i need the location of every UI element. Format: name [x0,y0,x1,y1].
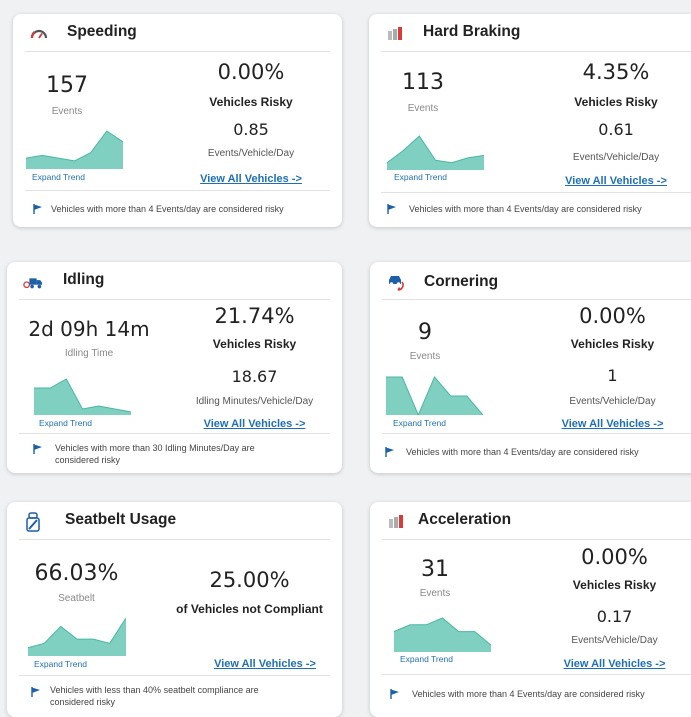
divider [382,433,691,434]
event-count-label: Events [419,588,451,599]
idling-time: 2d 09h 14m [28,317,150,341]
speeding-card: Speeding 157 Events 0.00% Vehicles Risky… [13,14,342,227]
idling-card: Idling 2d 09h 14m Idling Time 21.74% Veh… [7,262,342,473]
rate-value: 0.61 [598,120,634,139]
hard-braking-icon [388,27,402,40]
risky-percentage: 0.00% [579,304,646,328]
rate-label: Events/Vehicle/Day [572,152,660,163]
cornering-card: Cornering 9 Events 0.00% Vehicles Risky … [370,262,691,473]
speedometer-icon [30,29,48,39]
risk-note: Vehicles with more than 4 Events/day are… [406,447,639,457]
trend-sparkline [34,378,131,415]
rate-value: 18.67 [231,367,278,386]
view-all-vehicles-link[interactable]: View All Vehicles -> [540,418,685,430]
event-count: 157 [46,73,88,98]
expand-trend-link[interactable]: Expand Trend [32,172,85,182]
rate-label: Events/Vehicle/Day [207,148,295,159]
sparkline-area [386,377,483,415]
seatbelt-percentage: 66.03% [34,561,119,586]
event-count-label: Events [409,351,441,362]
rate-value: 1 [607,366,618,385]
trend-sparkline [387,135,484,170]
risky-percentage: 0.00% [217,60,285,84]
non-compliant-percentage: 25.00% [209,568,290,592]
expand-trend-link[interactable]: Expand Trend [394,172,447,182]
rate-value: 0.17 [596,607,633,626]
risky-percentage: 21.74% [214,304,295,328]
cornering-icon [389,276,404,291]
card-header: Seatbelt Usage [19,502,330,540]
card-title: Cornering [424,273,499,290]
expand-trend-link[interactable]: Expand Trend [34,659,87,669]
event-count-label: Events [51,106,83,117]
divider [382,674,691,675]
card-title: Idling [63,271,105,288]
divider [381,192,691,193]
view-all-vehicles-link[interactable]: View All Vehicles -> [182,418,327,430]
rate-label: Events/Vehicle/Day [569,396,656,407]
idling-truck-icon [23,278,43,289]
divider [19,433,330,434]
event-count: 31 [421,557,449,582]
divider [19,675,330,676]
trend-sparkline [394,617,491,652]
divider [25,190,330,191]
view-all-vehicles-link[interactable]: View All Vehicles -> [546,175,686,187]
view-all-vehicles-link[interactable]: View All Vehicles -> [195,658,335,670]
risk-note: Vehicles with more than 30 Idling Minute… [55,443,255,465]
sparkline-area [26,131,123,169]
card-title: Speeding [67,23,137,40]
card-title: Hard Braking [423,23,521,40]
risk-note: Vehicles with more than 4 Events/day are… [51,204,284,214]
card-title: Acceleration [418,511,512,528]
risk-note: Vehicles with more than 4 Events/day are… [412,689,645,699]
risky-label: Vehicles Risky [572,578,657,592]
rate-label: Events/Vehicle/Day [571,635,658,646]
trend-sparkline [26,130,123,169]
idling-time-label: Idling Time [64,348,114,359]
risky-label: Vehicles Risky [574,95,658,109]
flag-icon [385,447,394,457]
expand-trend-link[interactable]: Expand Trend [393,418,446,428]
event-count: 9 [418,320,432,345]
flag-icon [31,687,40,697]
seatbelt-icon [26,512,40,532]
event-count-label: Events [407,103,439,114]
sparkline-area [28,618,126,656]
rate-value: 0.85 [233,120,269,139]
card-header: Idling [19,262,330,300]
risk-note: Vehicles with less than 40% seatbelt com… [50,685,259,707]
risk-note: Vehicles with more than 4 Events/day are… [409,204,642,214]
non-compliant-label: of Vehicles not Compliant [176,602,323,616]
expand-trend-link[interactable]: Expand Trend [400,654,453,664]
seatbelt-label: Seatbelt [58,593,95,604]
flag-icon [33,204,42,214]
risky-label: Vehicles Risky [212,337,297,351]
card-header: Hard Braking [381,14,691,52]
view-all-vehicles-link[interactable]: View All Vehicles -> [181,173,321,185]
flag-icon [390,689,399,699]
expand-trend-link[interactable]: Expand Trend [39,418,92,428]
risky-percentage: 0.00% [581,545,648,569]
flag-icon [33,444,42,454]
rate-label: Idling Minutes/Vehicle/Day [195,396,314,407]
card-header: Speeding [25,14,330,52]
view-all-vehicles-link[interactable]: View All Vehicles -> [542,658,687,670]
acceleration-icon [389,515,403,528]
flag-icon [387,204,396,214]
card-header: Cornering [382,262,691,300]
risky-percentage: 4.35% [582,60,650,84]
acceleration-card: Acceleration 31 Events 0.00% Vehicles Ri… [370,502,691,717]
sparkline-area [387,136,484,170]
sparkline-area [394,618,491,652]
risky-label: Vehicles Risky [209,95,293,109]
card-title: Seatbelt Usage [65,511,177,528]
risky-label: Vehicles Risky [570,337,655,351]
card-header: Acceleration [382,502,691,540]
seatbelt-card: Seatbelt Usage 66.03% Seatbelt 25.00% of… [7,502,342,717]
hard-braking-card: Hard Braking 113 Events 4.35% Vehicles R… [369,14,691,227]
event-count: 113 [402,70,444,95]
trend-sparkline [28,617,126,656]
trend-sparkline [386,376,483,415]
